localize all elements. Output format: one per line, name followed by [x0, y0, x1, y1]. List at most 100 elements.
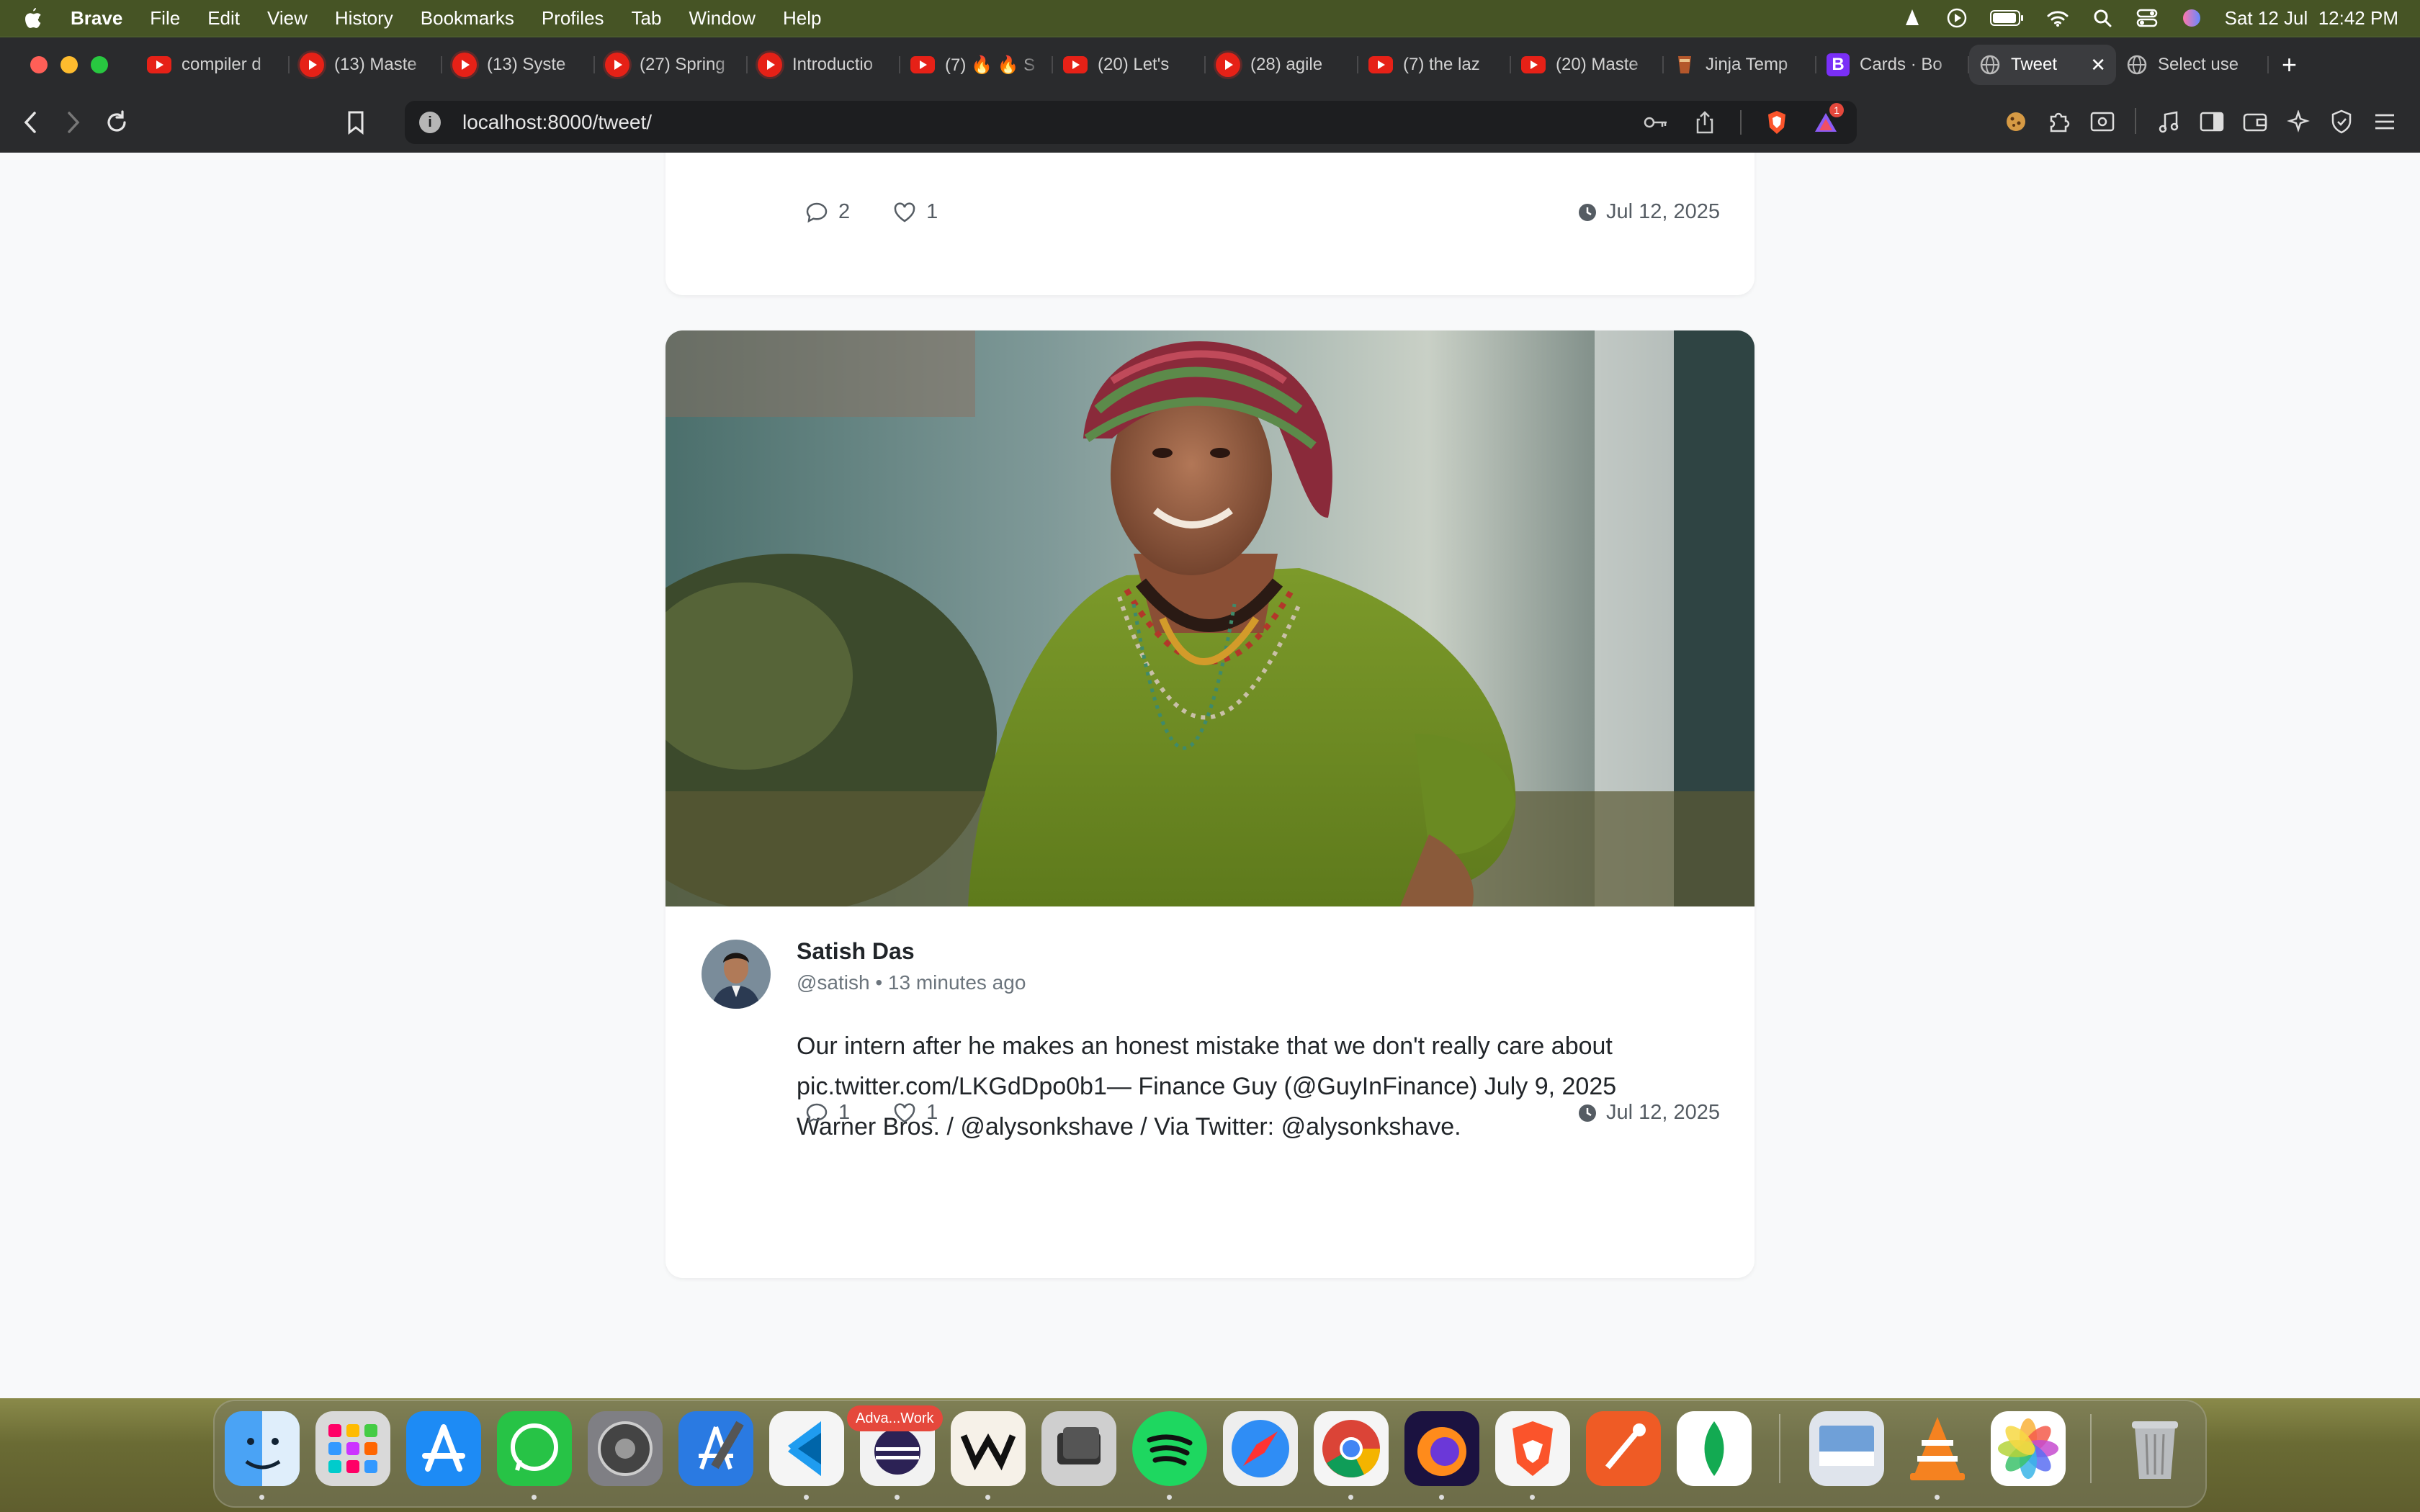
- browser-tab[interactable]: Select use: [2116, 45, 2269, 85]
- running-indicator: [985, 1495, 990, 1500]
- clock-icon: [1578, 1104, 1596, 1122]
- close-tab-icon[interactable]: ✕: [2090, 54, 2106, 76]
- browser-tab[interactable]: (13) Maste: [290, 45, 442, 85]
- menu-bookmarks[interactable]: Bookmarks: [421, 7, 514, 30]
- mongodb-icon[interactable]: [1677, 1411, 1752, 1486]
- menu-history[interactable]: History: [335, 7, 393, 30]
- siri-icon[interactable]: [2180, 8, 2203, 28]
- whatsapp-icon[interactable]: [497, 1411, 572, 1486]
- reader-mode-icon[interactable]: [2089, 108, 2116, 135]
- author-name[interactable]: Satish Das: [797, 938, 915, 965]
- avatar[interactable]: [702, 940, 771, 1009]
- jinja-icon: [1674, 53, 1695, 76]
- wallet-icon[interactable]: [2241, 108, 2269, 135]
- tweet-date: Jul 12, 2025: [1577, 1101, 1720, 1125]
- apple-icon[interactable]: [22, 7, 43, 29]
- address-bar[interactable]: i localhost:8000/tweet/ 1: [405, 101, 1857, 144]
- sidebar-toggle-icon[interactable]: [2198, 108, 2226, 135]
- media-music-icon[interactable]: [2155, 108, 2182, 135]
- password-key-icon[interactable]: [1642, 109, 1670, 136]
- brave-shields-icon[interactable]: [1763, 109, 1791, 136]
- wifi-icon[interactable]: [2046, 8, 2069, 28]
- preview-icon[interactable]: [1809, 1411, 1884, 1486]
- browser-tab-active[interactable]: Tweet ✕: [1969, 45, 2116, 85]
- browser-tab[interactable]: (7) 🔥 🔥 S: [900, 45, 1053, 85]
- like-action[interactable]: 1: [893, 1101, 938, 1125]
- tab-label: Select use: [2158, 55, 2239, 74]
- browser-tab[interactable]: (7) the laz: [1358, 45, 1511, 85]
- menu-window[interactable]: Window: [689, 7, 755, 30]
- chrome-icon[interactable]: [1314, 1411, 1389, 1486]
- system-settings-icon[interactable]: [588, 1411, 663, 1486]
- minimize-window-button[interactable]: [60, 56, 78, 73]
- parallels-icon[interactable]: [1041, 1411, 1116, 1486]
- page-content: 2 1 Jul 12, 2025 Satish Das @satish • 13…: [0, 153, 2420, 1398]
- reload-icon[interactable]: [102, 108, 131, 137]
- safari-icon[interactable]: [1223, 1411, 1298, 1486]
- menu-file[interactable]: File: [150, 7, 180, 30]
- new-tab-button[interactable]: +: [2282, 50, 2297, 80]
- youtube-icon: [452, 53, 477, 77]
- vlc-status-icon[interactable]: [1901, 8, 1924, 28]
- back-icon[interactable]: [16, 108, 45, 137]
- window-controls: [30, 56, 108, 73]
- site-info-icon[interactable]: i: [419, 112, 441, 133]
- menu-help[interactable]: Help: [783, 7, 821, 30]
- menu-profiles[interactable]: Profiles: [542, 7, 604, 30]
- close-window-button[interactable]: [30, 56, 48, 73]
- browser-tab[interactable]: B Cards · Bo: [1816, 45, 1969, 85]
- vlc-icon[interactable]: [1900, 1411, 1975, 1486]
- menu-edit[interactable]: Edit: [207, 7, 240, 30]
- app-store-icon[interactable]: [406, 1411, 481, 1486]
- extensions-puzzle-icon[interactable]: [2045, 108, 2073, 135]
- comment-action[interactable]: 2: [805, 200, 850, 224]
- control-center-icon[interactable]: [2136, 8, 2159, 28]
- browser-tab[interactable]: (20) Maste: [1511, 45, 1664, 85]
- menu-bar: Brave File Edit View History Bookmarks P…: [0, 0, 2420, 36]
- finder-icon[interactable]: [225, 1411, 300, 1486]
- divider: [1740, 110, 1742, 135]
- battery-icon[interactable]: [1989, 8, 2025, 28]
- vscode-icon[interactable]: [769, 1411, 844, 1486]
- zoom-window-button[interactable]: [91, 56, 108, 73]
- postman-icon[interactable]: [1586, 1411, 1661, 1486]
- menu-clock[interactable]: Sat 12 Jul 12:42 PM: [2225, 7, 2398, 30]
- trash-icon[interactable]: [2118, 1411, 2192, 1486]
- firefox-icon[interactable]: [1404, 1411, 1479, 1486]
- launchpad-icon[interactable]: [315, 1411, 390, 1486]
- running-indicator: [532, 1495, 537, 1500]
- browser-tab[interactable]: (28) agile: [1206, 45, 1358, 85]
- brave-icon[interactable]: [1495, 1411, 1570, 1486]
- menu-app-name[interactable]: Brave: [71, 7, 122, 30]
- comment-icon: [806, 202, 828, 222]
- photos-icon[interactable]: [1991, 1411, 2066, 1486]
- browser-tab[interactable]: (20) Let's: [1053, 45, 1206, 85]
- browser-tab[interactable]: (27) Spring: [595, 45, 748, 85]
- xcode-icon[interactable]: [678, 1411, 753, 1486]
- brave-rewards-icon[interactable]: 1: [1812, 103, 1844, 136]
- divider: [2135, 108, 2136, 134]
- browser-tab[interactable]: compiler d: [137, 45, 290, 85]
- like-action[interactable]: 1: [893, 200, 938, 224]
- bookmark-icon[interactable]: [341, 108, 370, 137]
- vpn-shield-icon[interactable]: [2328, 108, 2355, 135]
- comment-action[interactable]: 1: [805, 1101, 850, 1125]
- forward-icon[interactable]: [59, 108, 88, 137]
- tweet-card: Satish Das @satish • 13 minutes ago Our …: [666, 330, 1754, 1278]
- browser-tab[interactable]: (13) Syste: [442, 45, 595, 85]
- menu-hamburger-icon[interactable]: [2371, 108, 2398, 135]
- menu-view[interactable]: View: [267, 7, 308, 30]
- spotlight-search-icon[interactable]: [2091, 8, 2114, 28]
- media-play-icon[interactable]: [1945, 8, 1968, 28]
- warp-icon[interactable]: [951, 1411, 1026, 1486]
- menu-tab[interactable]: Tab: [632, 7, 662, 30]
- browser-tab[interactable]: Jinja Temp: [1664, 45, 1816, 85]
- browser-tab[interactable]: Introductio: [748, 45, 900, 85]
- spotify-icon[interactable]: [1132, 1411, 1207, 1486]
- share-icon[interactable]: [1691, 109, 1718, 136]
- tweet-image[interactable]: [666, 330, 1754, 906]
- youtube-icon: [1216, 53, 1240, 77]
- leo-ai-icon[interactable]: [2285, 108, 2312, 135]
- url-text[interactable]: localhost:8000/tweet/: [462, 111, 652, 134]
- cookie-extension-icon[interactable]: [2002, 108, 2030, 135]
